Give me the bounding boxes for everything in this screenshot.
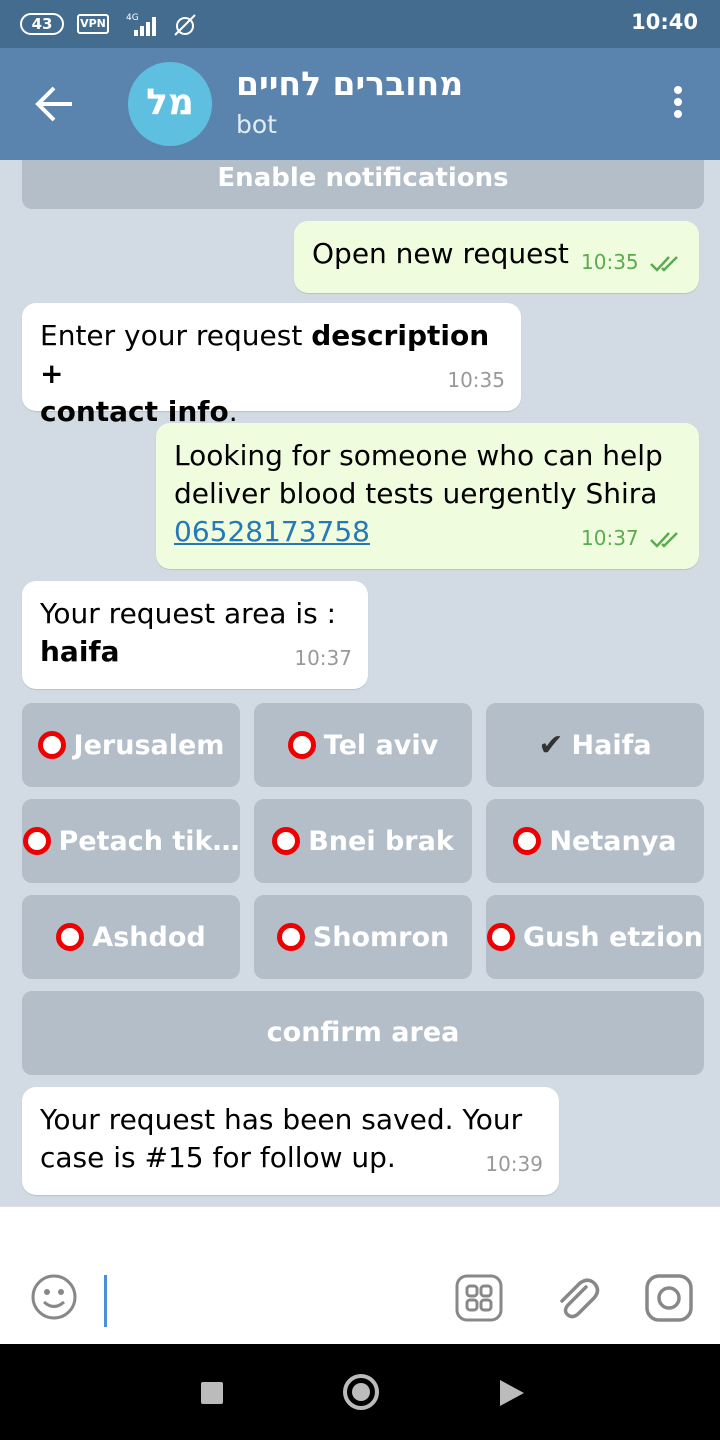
area-button-gush-etzion[interactable]: Gush etzion [486,895,704,979]
message-list[interactable]: Enable notifications Open new request 10… [0,160,720,1206]
network-label: 4G [126,13,139,23]
unselected-circle-icon [22,827,51,855]
double-check-icon [650,531,678,548]
unselected-circle-icon [37,731,66,759]
camera-icon[interactable] [644,1273,694,1323]
area-label: Bnei brak [308,825,454,857]
message-text: Enter your request [40,319,312,352]
area-label: Shomron [312,921,450,953]
clock: 10:40 [631,10,698,34]
message-time: 10:39 [485,1152,543,1176]
bot-commands-icon[interactable] [454,1273,504,1323]
unselected-circle-icon [276,923,305,951]
area-button-shomron[interactable]: Shomron [254,895,472,979]
system-nav-bar [0,1344,720,1440]
area-label: Netanya [549,825,677,857]
battery-badge: 43 [20,13,64,35]
message-text: Your request has been saved. Your [40,1103,523,1136]
chat-title[interactable]: מחוברים לחיים [236,64,463,103]
confirm-area-button[interactable]: confirm area [22,991,704,1075]
message-input[interactable] [104,1275,107,1327]
inline-keyboard-row: Jerusalem Tel aviv ✔ Haifa [22,703,704,787]
message-bubble-outgoing: Looking for someone who can help deliver… [156,423,699,569]
inline-keyboard-row: Petach tik… Bnei brak Netanya [22,799,704,883]
vpn-badge: VPN [77,14,109,34]
emoji-icon[interactable] [30,1273,78,1321]
area-label: Tel aviv [323,729,439,761]
area-label: Haifa [571,729,652,761]
message-text: Your request area is : [40,597,337,630]
area-label: Petach tik… [58,825,240,857]
area-button-netanya[interactable]: Netanya [486,799,704,883]
signal-icon: 4G [126,13,156,36]
unselected-circle-icon [56,923,85,951]
area-button-jerusalem[interactable]: Jerusalem [22,703,240,787]
avatar[interactable]: מל [128,62,212,146]
back-button[interactable] [500,1380,524,1406]
area-button-bnei-brak[interactable]: Bnei brak [254,799,472,883]
message-time: 10:37 [581,519,683,557]
area-label: Gush etzion [522,921,704,953]
double-check-icon [650,255,678,272]
message-text: Open new request [312,237,569,270]
message-bubble-outgoing: Open new request 10:35 [294,221,699,293]
area-button-petach-tikva[interactable]: Petach tik… [22,799,240,883]
message-time: 10:37 [294,646,352,670]
message-bubble-incoming: Your request area is : haifa 10:37 [22,581,368,689]
area-button-tel-aviv[interactable]: Tel aviv [254,703,472,787]
timestamp: 10:35 [581,250,639,274]
status-bar: 43 VPN 4G 10:40 [0,0,720,48]
checkmark-icon: ✔ [538,727,564,763]
enable-notifications-button[interactable]: Enable notifications [22,160,704,209]
area-button-ashdod[interactable]: Ashdod [22,895,240,979]
unselected-circle-icon [272,827,301,855]
unselected-circle-icon [513,827,542,855]
area-label: Ashdod [92,921,206,953]
area-button-haifa[interactable]: ✔ Haifa [486,703,704,787]
timestamp: 10:37 [581,526,639,550]
message-text: deliver blood tests uergently Shira [174,477,658,510]
unselected-circle-icon [287,731,316,759]
message-time: 10:35 [447,368,505,392]
home-button[interactable] [343,1374,379,1410]
inline-keyboard-row: Ashdod Shomron Gush etzion [22,895,704,979]
alarm-off-icon [174,14,196,36]
message-bubble-incoming: Enter your request description + contact… [22,303,521,428]
message-bubble-incoming: Your request has been saved. Your case i… [22,1087,559,1195]
message-text: case is #15 for follow up. [40,1141,396,1174]
area-label: Jerusalem [73,729,225,761]
message-input-bar [0,1206,720,1344]
chat-header: מל מחוברים לחיים bot [0,48,720,160]
phone-link[interactable]: 06528173758 [174,515,370,548]
message-text: Looking for someone who can help [174,439,663,472]
chat-subtitle: bot [236,110,277,139]
message-time: 10:35 [581,243,683,281]
recents-button[interactable] [201,1382,223,1404]
message-text-bold: haifa [40,635,120,668]
back-arrow-icon[interactable] [34,84,76,124]
unselected-circle-icon [486,923,515,951]
attach-icon[interactable] [552,1273,602,1323]
more-menu-icon[interactable] [672,86,684,124]
